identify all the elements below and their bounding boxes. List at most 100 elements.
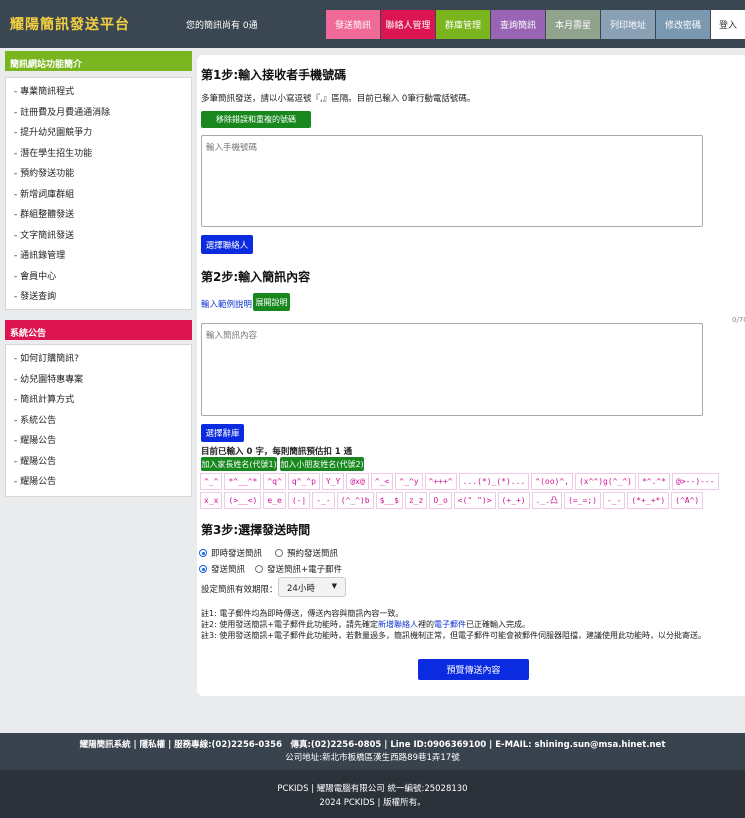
sidebar-item[interactable]: 發送查詢 bbox=[14, 289, 191, 310]
emoticon-button[interactable]: -_- bbox=[312, 492, 335, 509]
send-now-label: 即時發送簡訊 bbox=[211, 549, 263, 559]
radio-icon[interactable] bbox=[275, 549, 283, 557]
emoticon-button[interactable]: ^_^y bbox=[395, 473, 423, 490]
step1-hint: 多筆簡訊發送，請以小寫逗號『,』區隔。目前已輸入 0筆行動電話號碼。 bbox=[201, 94, 476, 104]
chevron-down-icon: ▼ bbox=[331, 582, 337, 590]
add-contact-link[interactable]: 新增聯絡人 bbox=[378, 620, 418, 629]
footer-copyright: PCKIDS | 耀陽電腦有限公司 統一編號:25028130 2024 PCK… bbox=[0, 770, 745, 818]
emoticon-button[interactable]: (-| bbox=[287, 492, 311, 509]
remove-invalid-button[interactable]: 移除錯誤和重複的號碼 bbox=[201, 111, 311, 128]
emoticon-button[interactable]: ^_< bbox=[370, 473, 394, 490]
emoticon-button[interactable]: ^+++^ bbox=[424, 473, 457, 490]
emoticon-button[interactable]: z_z bbox=[404, 492, 428, 509]
expand-help-button[interactable]: 展開說明 bbox=[253, 293, 290, 311]
insert-child-name-button[interactable]: 加入小朋友姓名(代號2) bbox=[280, 457, 364, 471]
sidebar-item[interactable]: 耀陽公告 bbox=[14, 454, 191, 475]
emoticon-button[interactable]: ^(oo)^, bbox=[531, 473, 573, 490]
schedule-option[interactable]: 預約發送簡訊 bbox=[275, 547, 338, 559]
nav-item[interactable]: 查詢簡訊 bbox=[491, 10, 545, 39]
choose-phrase-button[interactable]: 選擇辭庫 bbox=[201, 424, 244, 442]
emoticon-button[interactable]: x_x bbox=[200, 492, 223, 509]
emoticon-button[interactable]: ^_^ bbox=[200, 473, 223, 490]
footer-line-4: 2024 PCKIDS | 版權所有。 bbox=[319, 798, 426, 808]
nav-item[interactable]: 聯絡人管理 bbox=[381, 10, 435, 39]
site-logo[interactable]: 耀陽簡訊發送平台 bbox=[10, 14, 130, 34]
radio-icon[interactable] bbox=[199, 549, 207, 557]
sidebar-item[interactable]: 提升幼兒園競爭力 bbox=[14, 125, 191, 146]
nav-item[interactable]: 修改密碼 bbox=[656, 10, 710, 39]
emoticon-button[interactable]: (>__<) bbox=[224, 492, 262, 509]
emoticon-button[interactable]: (^_^)b bbox=[336, 492, 374, 509]
sidebar-item[interactable]: 群組整體發送 bbox=[14, 207, 191, 228]
nav-item[interactable]: 發送簡訊 bbox=[326, 10, 380, 39]
validity-select[interactable]: 24小時 ▼ bbox=[278, 577, 346, 597]
sidebar-item[interactable]: 系統公告 bbox=[14, 413, 191, 434]
send-now-option[interactable]: 即時發送簡訊 bbox=[199, 547, 262, 559]
radio-icon[interactable] bbox=[255, 565, 263, 573]
radio-icon[interactable] bbox=[199, 565, 207, 573]
sidebar-item[interactable]: 註冊費及月費通通消除 bbox=[14, 105, 191, 126]
sms-only-option[interactable]: 發送簡訊 bbox=[199, 563, 245, 575]
content-status: 目前已輸入 0 字，每則簡訊預估扣 1 通 bbox=[201, 447, 353, 457]
sidebar-item[interactable]: 潛在學生招生功能 bbox=[14, 146, 191, 167]
nav-item[interactable]: 群庫管理 bbox=[436, 10, 490, 39]
sidebar-item[interactable]: 幼兒園特惠專案 bbox=[14, 372, 191, 393]
top-header: 耀陽簡訊發送平台 您的簡訊尚有 0通 發送簡訊 聯絡人管理 群庫管理 查詢簡訊 本月壽星… bbox=[0, 0, 745, 48]
emoticon-button[interactable]: *^__^* bbox=[224, 473, 262, 490]
content-input[interactable]: 輸入簡訊內容 bbox=[201, 323, 703, 416]
step2-title: 第2步:輸入簡訊內容 bbox=[201, 270, 311, 284]
example-link[interactable]: 輸入範例說明 bbox=[201, 298, 252, 310]
sms-only-label: 發送簡訊 bbox=[211, 565, 246, 575]
main-nav: 發送簡訊 聯絡人管理 群庫管理 查詢簡訊 本月壽星 列印地址 修改密碼 bbox=[326, 10, 711, 39]
insert-parent-name-button[interactable]: 加入家長姓名(代號1) bbox=[201, 457, 277, 471]
features-panel: 專業簡訊程式註冊費及月費通通消除提升幼兒園競爭力潛在學生招生功能預約發送功能新增… bbox=[5, 77, 192, 310]
note-1: 註1: 電子郵件均為即時傳送，傳送內容與簡訊內容一致。 bbox=[201, 609, 404, 618]
emoticon-button[interactable]: e_e bbox=[263, 492, 286, 509]
sidebar-item[interactable]: 文字簡訊發送 bbox=[14, 228, 191, 249]
sidebar-item[interactable]: 耀陽公告 bbox=[14, 474, 191, 495]
login-button[interactable]: 登入 bbox=[711, 10, 745, 39]
email-link[interactable]: 電子郵件 bbox=[434, 620, 466, 629]
emoticon-button[interactable]: $__$ bbox=[375, 492, 403, 509]
step3-title: 第3步:選擇發送時間 bbox=[201, 523, 311, 537]
preview-button[interactable]: 預覽傳送內容 bbox=[418, 659, 529, 680]
emoticon-button[interactable]: ...(*)_(*)... bbox=[458, 473, 530, 490]
features-heading: 簡訊網站功能簡介 bbox=[5, 51, 192, 71]
choose-contact-button[interactable]: 選擇聯絡人 bbox=[201, 235, 253, 254]
emoticon-button[interactable]: (*+_+*) bbox=[627, 492, 670, 509]
phone-input[interactable]: 輸入手機號碼 bbox=[201, 135, 703, 227]
footer-line-3: PCKIDS | 耀陽電腦有限公司 統一編號:25028130 bbox=[277, 784, 468, 794]
footer-contact: 耀陽簡訊系統 | 隱私權 | 服務專線:(02)2256-0356 傳真:(02… bbox=[0, 733, 745, 770]
news-heading: 系統公告 bbox=[5, 320, 192, 340]
validity-value: 24小時 bbox=[287, 584, 315, 594]
emoticon-button[interactable]: (^A^) bbox=[671, 492, 704, 509]
sms-email-option[interactable]: 發送簡訊+電子郵件 bbox=[255, 563, 342, 575]
sidebar-item[interactable]: 專業簡訊程式 bbox=[14, 84, 191, 105]
nav-item[interactable]: 本月壽星 bbox=[546, 10, 600, 39]
emoticon-button[interactable]: q^_^p bbox=[287, 473, 320, 490]
emoticon-button[interactable]: *^.^* bbox=[637, 473, 671, 490]
emoticon-button[interactable]: @>--)--- bbox=[672, 473, 719, 490]
sidebar-item[interactable]: 耀陽公告 bbox=[14, 433, 191, 454]
note-2-mid: 裡的 bbox=[418, 620, 435, 629]
sidebar-item[interactable]: 預約發送功能 bbox=[14, 166, 191, 187]
validity-label: 設定簡訊有效期限： bbox=[201, 585, 278, 595]
sidebar-item[interactable]: 新增詞庫群組 bbox=[14, 187, 191, 208]
emoticon-button[interactable]: (x^^)g(^_^) bbox=[574, 473, 636, 490]
sidebar-item[interactable]: 簡訊計算方式 bbox=[14, 392, 191, 413]
emoticon-button[interactable]: (=_=;) bbox=[564, 492, 601, 509]
sidebar-item[interactable]: 如何訂購簡訊? bbox=[14, 351, 191, 372]
sidebar-item[interactable]: 會員中心 bbox=[14, 269, 191, 290]
emoticon-button[interactable]: ._.凸 bbox=[531, 492, 563, 509]
emoticon-button[interactable]: Y_Y bbox=[321, 473, 345, 490]
emoticon-button[interactable]: <(" ")> bbox=[453, 492, 496, 509]
emoticon-button[interactable]: -_- bbox=[602, 492, 626, 509]
emoticon-button[interactable]: O_o bbox=[429, 492, 452, 509]
emoticon-button[interactable]: ^q^ bbox=[263, 473, 286, 490]
emoticon-button[interactable]: @x@ bbox=[346, 473, 369, 490]
emoticon-list: ^_^ *^__^* ^q^ q^_^p Y_Y @x@ ^_< ^_^y ^+++^ ...(*… bbox=[200, 473, 745, 511]
sidebar-item[interactable]: 通訊錄管理 bbox=[14, 248, 191, 269]
emoticon-button[interactable]: (+_+) bbox=[497, 492, 530, 509]
nav-item[interactable]: 列印地址 bbox=[601, 10, 655, 39]
note-2-end: 已正確輸入完成。 bbox=[466, 620, 531, 629]
